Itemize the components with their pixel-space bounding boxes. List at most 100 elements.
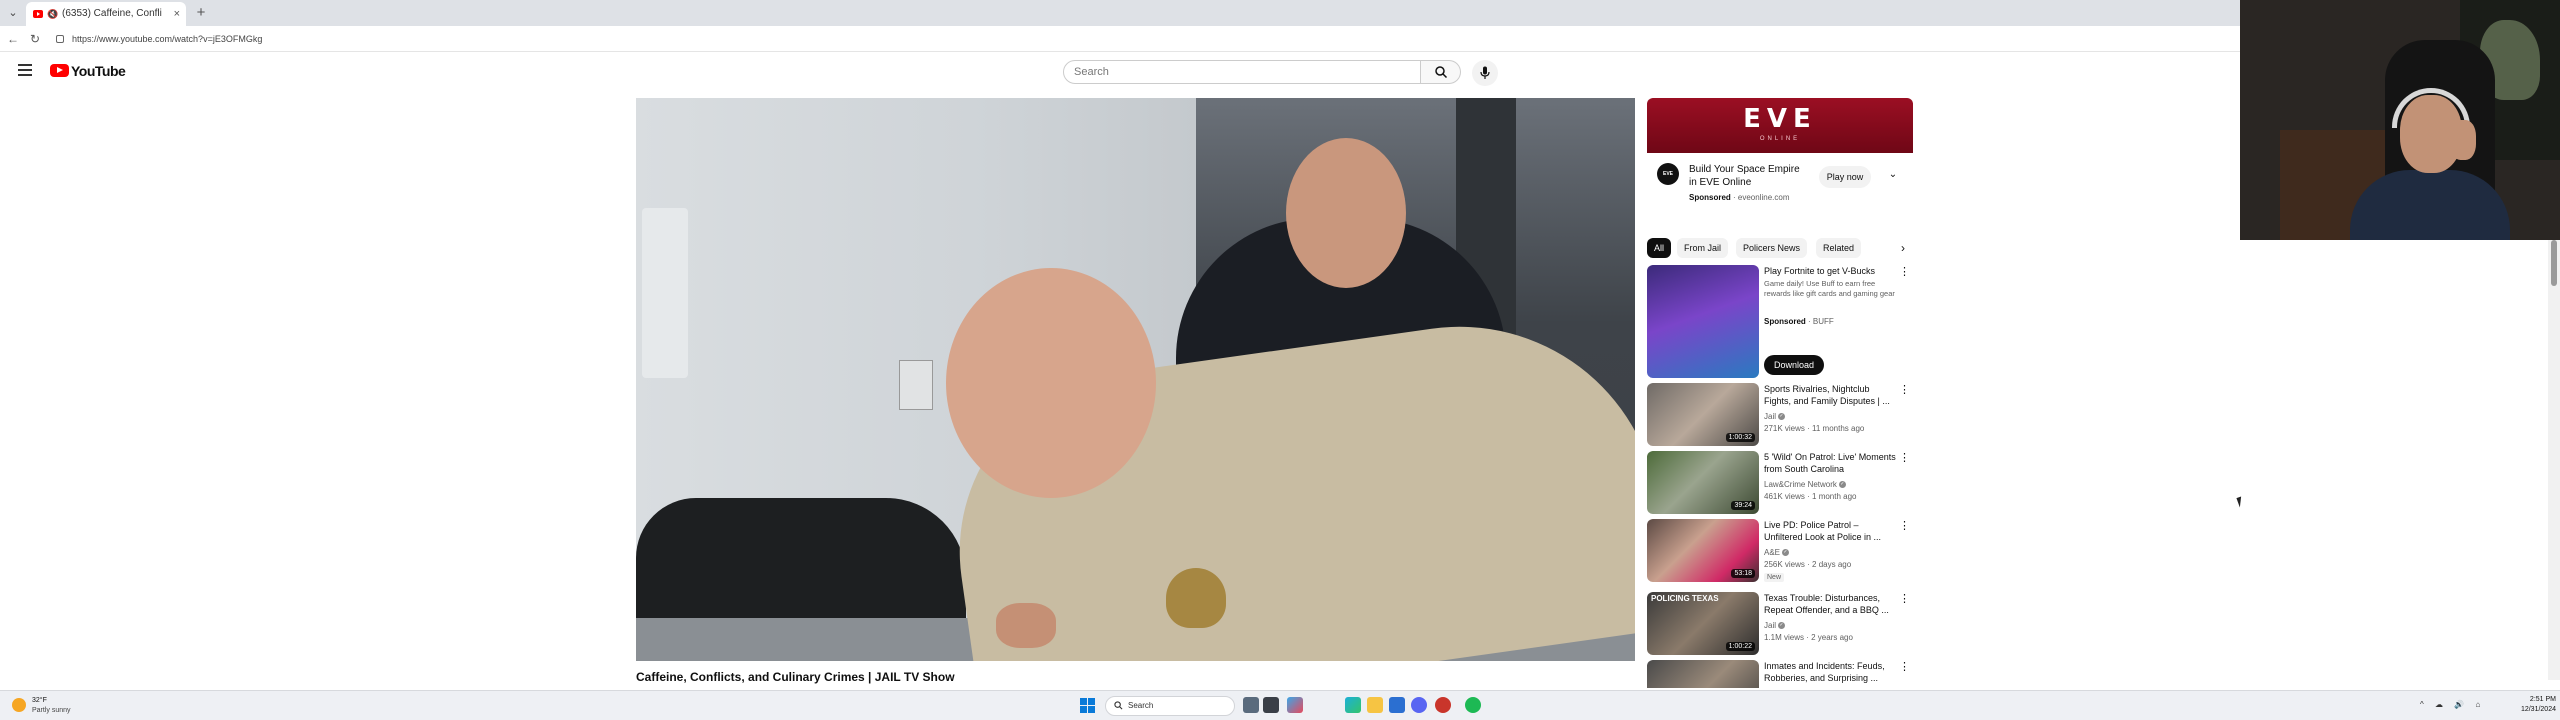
microsoft-store-icon[interactable] — [1389, 697, 1405, 713]
sponsored-recommendation[interactable]: Play Fortnite to get V-Bucks Game daily!… — [1647, 265, 1913, 378]
download-button[interactable]: Download — [1764, 355, 1825, 375]
weather-widget[interactable]: 32°F Partly sunny — [12, 695, 92, 717]
ad-play-now-button[interactable]: Play now — [1819, 166, 1871, 188]
menu-icon[interactable] — [18, 64, 32, 76]
copilot-icon[interactable] — [1287, 697, 1303, 713]
channel-name: Jail — [1764, 412, 1777, 421]
more-options-icon[interactable]: ⋮ — [1899, 383, 1910, 397]
rec-meta: 271K views · 11 months ago — [1764, 424, 1865, 433]
chip-all[interactable]: All — [1647, 238, 1672, 258]
rec-title[interactable]: Live PD: Police Patrol – Unfiltered Look… — [1764, 519, 1896, 543]
discord-icon[interactable] — [1411, 697, 1427, 713]
recommendation-item[interactable]: POLICING TEXAS 1:00:22 Texas Trouble: Di… — [1647, 592, 1913, 655]
video-thumbnail[interactable] — [1647, 660, 1759, 688]
tab-search-dropdown-icon[interactable]: ⌄ — [4, 4, 22, 22]
rec-title[interactable]: Texas Trouble: Disturbances, Repeat Offe… — [1764, 592, 1896, 616]
video-thumbnail[interactable]: 39:24 — [1647, 451, 1759, 514]
url-field[interactable]: https://www.youtube.com/watch?v=jE3OFMGk… — [52, 30, 2232, 48]
site-info-icon[interactable] — [56, 35, 64, 43]
video-thumbnail[interactable] — [1647, 265, 1759, 378]
chip-policers-news[interactable]: Policers News — [1736, 238, 1808, 258]
more-options-icon[interactable]: ⋮ — [1899, 519, 1910, 533]
video-thumbnail[interactable]: 53:18 — [1647, 519, 1759, 582]
search-button[interactable] — [1421, 60, 1461, 84]
taskbar-clock[interactable]: 2:51 PM 12/31/2024 — [2508, 695, 2556, 715]
duration-badge: 53:18 — [1731, 569, 1755, 578]
recommendation-item[interactable]: 53:18 Live PD: Police Patrol – Unfiltere… — [1647, 519, 1913, 589]
taskbar-search-box[interactable]: Search — [1105, 696, 1235, 716]
chrome-browser-icon[interactable] — [1435, 697, 1451, 713]
rec-title[interactable]: Play Fortnite to get V-Bucks — [1764, 265, 1896, 277]
ad-title[interactable]: Build Your Space Empire in EVE Online — [1689, 163, 1809, 189]
widgets-icon[interactable] — [1263, 697, 1279, 713]
more-options-icon[interactable]: ⋮ — [1899, 265, 1910, 279]
video-player[interactable] — [636, 98, 1635, 661]
taskbar-search-icon — [1114, 701, 1123, 710]
address-bar: ← ↻ https://www.youtube.com/watch?v=jE3O… — [0, 26, 2240, 52]
recommendation-item[interactable]: 1:00:32 Sports Rivalries, Nightclub Figh… — [1647, 383, 1913, 446]
new-tab-button[interactable]: + — [192, 4, 210, 22]
channel-name: A&E — [1764, 548, 1781, 557]
more-options-icon[interactable]: ⋮ — [1899, 451, 1910, 465]
rec-sponsor-line: Sponsored · BUFF — [1764, 317, 1834, 326]
video-thumbnail[interactable]: 1:00:32 — [1647, 383, 1759, 446]
tray-overflow-icon[interactable]: ^ — [2420, 700, 2424, 709]
scrollbar-thumb[interactable] — [2551, 240, 2557, 286]
clock-time: 2:51 PM — [2529, 696, 2556, 703]
spotify-icon[interactable] — [1465, 697, 1481, 713]
task-view-icon[interactable] — [1243, 697, 1259, 713]
tray-volume-icon[interactable]: 🔊 — [2454, 700, 2464, 709]
chip-from-jail[interactable]: From Jail — [1677, 238, 1729, 258]
webcam-overlay — [2240, 0, 2560, 240]
ad-avatar[interactable]: EVE — [1657, 163, 1679, 185]
rec-title[interactable]: Sports Rivalries, Nightclub Fights, and … — [1764, 383, 1896, 407]
new-badge: New — [1764, 573, 1785, 582]
rec-description: Game daily! Use Buff to earn free reward… — [1764, 279, 1895, 298]
search-input[interactable] — [1074, 61, 1404, 83]
more-options-icon[interactable]: ⋮ — [1899, 660, 1910, 674]
tab-mute-icon[interactable]: 🔇 — [47, 2, 58, 26]
refresh-button[interactable]: ↻ — [26, 30, 44, 48]
tray-onedrive-icon[interactable]: ☁ — [2435, 700, 2443, 709]
rec-channel[interactable]: A&E ✓ — [1764, 548, 1790, 557]
browser-tab-youtube[interactable]: 🔇 (6353) Caffeine, Conflicts, and × — [26, 2, 186, 26]
duration-badge: 39:24 — [1731, 501, 1755, 510]
chips-next-arrow-icon[interactable]: › — [1895, 240, 1911, 256]
rec-meta: 461K views · 1 month ago — [1764, 492, 1857, 501]
page-scrollbar[interactable] — [2548, 240, 2560, 680]
partly-sunny-icon — [12, 698, 26, 712]
verified-icon: ✓ — [1838, 481, 1846, 489]
video-title: Caffeine, Conflicts, and Culinary Crimes… — [636, 670, 955, 684]
filter-chips: All From Jail Policers News Related › — [1647, 238, 1913, 258]
recommendation-item[interactable]: Inmates and Incidents: Feuds, Robberies,… — [1647, 660, 1913, 688]
tray-network-icon[interactable]: ⌂ — [2475, 700, 2480, 709]
windows-start-icon[interactable] — [1080, 698, 1095, 713]
rec-title[interactable]: 5 'Wild' On Patrol: Live' Moments from S… — [1764, 451, 1896, 475]
duration-badge: 1:00:22 — [1725, 642, 1755, 651]
rec-channel[interactable]: Jail ✓ — [1764, 412, 1786, 421]
video-frame-dispenser — [642, 208, 688, 378]
chip-related[interactable]: Related — [1816, 238, 1862, 258]
weather-temperature: 32°F — [32, 697, 47, 704]
video-thumbnail[interactable]: POLICING TEXAS 1:00:22 — [1647, 592, 1759, 655]
more-options-icon[interactable]: ⋮ — [1899, 592, 1910, 606]
search-icon — [1434, 66, 1447, 79]
channel-name: Law&Crime Network — [1764, 480, 1837, 489]
rec-channel[interactable]: Jail ✓ — [1764, 621, 1786, 630]
channel-name: Jail — [1764, 621, 1777, 630]
file-explorer-icon[interactable] — [1367, 697, 1383, 713]
video-frame-deputy-head — [946, 268, 1156, 498]
ad-card[interactable]: EVE Build Your Space Empire in EVE Onlin… — [1647, 153, 1913, 207]
recommendation-item[interactable]: 39:24 5 'Wild' On Patrol: Live' Moments … — [1647, 451, 1913, 514]
ad-banner[interactable]: EVE ONLINE — [1647, 98, 1913, 153]
rec-channel[interactable]: Law&Crime Network ✓ — [1764, 480, 1846, 489]
back-button[interactable]: ← — [4, 30, 22, 48]
youtube-logo-text: YouTube — [71, 63, 126, 79]
voice-search-button[interactable] — [1472, 60, 1498, 86]
ad-expand-chevron-icon[interactable]: ⌄ — [1885, 167, 1901, 183]
tab-close-icon[interactable]: × — [174, 2, 180, 26]
advertiser-name: BUFF — [1812, 317, 1834, 326]
edge-browser-icon[interactable] — [1345, 697, 1361, 713]
search-box[interactable] — [1063, 60, 1421, 84]
rec-title[interactable]: Inmates and Incidents: Feuds, Robberies,… — [1764, 660, 1896, 684]
